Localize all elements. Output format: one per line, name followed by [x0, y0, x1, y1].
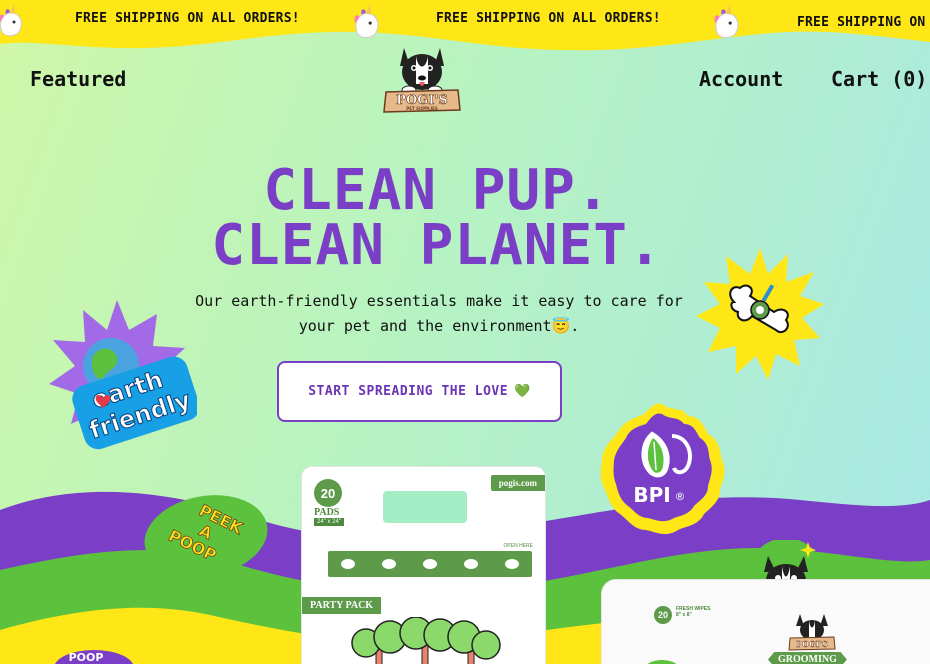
pads-unit-label: PADS [314, 507, 340, 518]
banner-wave [0, 0, 930, 51]
poop-sticker-partial: POOP [55, 650, 133, 664]
brand-logo[interactable]: POGI'S PET SUPPLIES [382, 40, 462, 116]
nav-account-link[interactable]: Account [699, 67, 783, 91]
grooming-label: GROOMING [768, 652, 847, 664]
pads-count-badge: 20 [314, 479, 342, 507]
bpi-sticker-text: BPI [633, 483, 670, 507]
poop-sticker-text: POOP [69, 651, 104, 664]
cta-label: START SPREADING THE LOVE [308, 384, 509, 399]
dog-logo-icon: POGI'S PET SUPPLIES [383, 48, 461, 113]
feature-icon [341, 559, 356, 569]
bone-sun-sticker [696, 248, 824, 380]
wipes-label: FRESH WIPES 8" x 8" [676, 606, 710, 618]
leaf-icon [647, 660, 677, 664]
feature-icon [382, 559, 397, 569]
start-spreading-love-button[interactable]: START SPREADING THE LOVE 💚 [277, 361, 562, 422]
nav-featured-link[interactable]: Featured [30, 67, 126, 91]
earth-friendly-sticker: earth friendly [49, 300, 197, 450]
feature-icons-strip [328, 551, 532, 577]
training-pads-product[interactable]: 20 PADS 24" x 24" pogis.com OPEN HERE PA… [302, 467, 545, 664]
announcement-banner: FREE SHIPPING ON ALL ORDERS! FREE SHIPPI… [0, 0, 930, 62]
banner-message: FREE SHIPPING ON [797, 15, 926, 30]
green-heart-icon: 💚 [514, 384, 531, 399]
unicorn-icon [0, 4, 22, 37]
bag-handle-window [383, 491, 467, 523]
feature-icon [422, 559, 437, 569]
open-here-label: OPEN HERE [503, 543, 533, 549]
bpi-certified-sticker: BPI ® [600, 403, 725, 535]
pads-site-tag: pogis.com [490, 475, 545, 491]
party-pack-label: PARTY PACK [302, 597, 382, 614]
hero-subtext: Our earth-friendly essentials make it ea… [195, 292, 683, 335]
wipes-size: 8" x 8" [676, 612, 692, 618]
trees-illustration-icon [351, 617, 501, 664]
hero-headline-line1: CLEAN PUP. [263, 158, 611, 223]
feature-icon [463, 559, 478, 569]
logo-tagline-text: PET SUPPLIES [406, 106, 438, 111]
feature-icon [504, 559, 519, 569]
nav-cart-link[interactable]: Cart (0) [831, 67, 927, 91]
wipes-brand-text: POGI'S [796, 639, 828, 649]
banner-message: FREE SHIPPING ON ALL ORDERS! [436, 11, 661, 26]
wipes-dog-logo-icon: POGI'S [788, 614, 836, 651]
unicorn-icon [714, 4, 739, 38]
pads-size-label: 24" x 24" [314, 518, 344, 526]
wipes-count-badge: 20 [654, 606, 672, 624]
bpi-registered-mark: ® [675, 490, 686, 503]
peek-a-poop-sticker: PEEK A POOP [144, 495, 268, 577]
banner-message: FREE SHIPPING ON ALL ORDERS! [75, 11, 300, 26]
unicorn-icon [354, 4, 379, 38]
grooming-wipes-product[interactable]: 20 FRESH WIPES 8" x 8" POGI'S GROOMING [602, 580, 930, 664]
